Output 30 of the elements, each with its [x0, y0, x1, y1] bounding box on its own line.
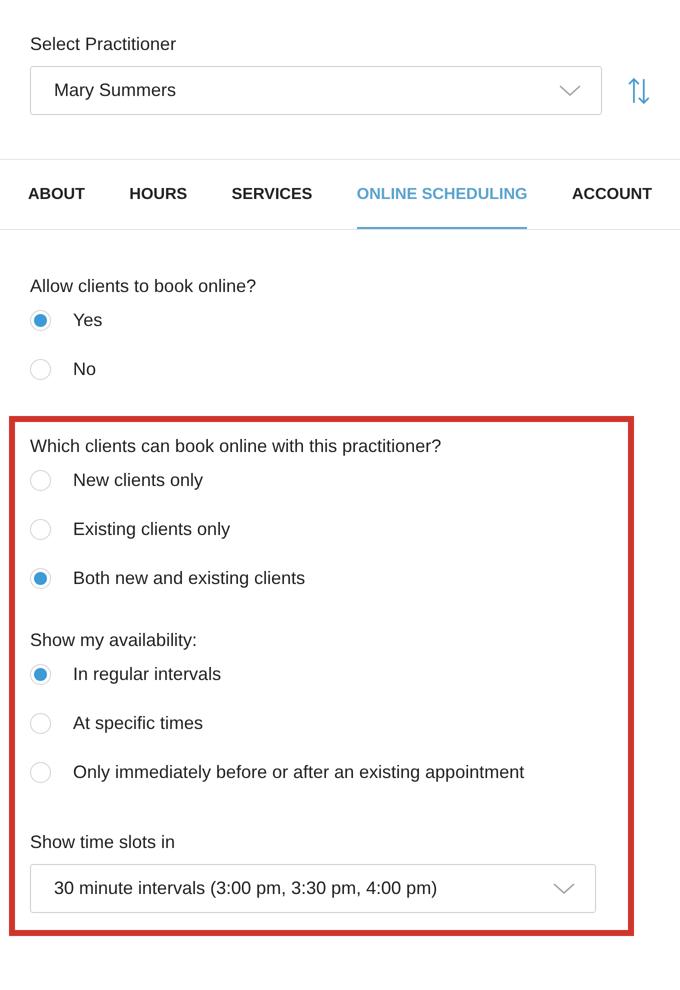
radio-option[interactable]: Existing clients only [30, 516, 628, 542]
radio-unselected[interactable] [30, 518, 51, 540]
radio-selected[interactable] [30, 310, 51, 330]
radio-unselected[interactable] [30, 762, 51, 782]
field-label: Select Practitioner [30, 33, 178, 55]
radio-option[interactable]: Both new and existing clients [30, 565, 628, 591]
dropdown[interactable]: Mary Summers [30, 66, 602, 115]
sort-arrows-icon[interactable] [628, 76, 650, 104]
radio-option[interactable]: Yes [30, 307, 650, 333]
radio-option[interactable]: Only immediately before or after an existing appointment [30, 759, 628, 785]
question-label: Which clients can book online with this practitioner? [30, 435, 442, 457]
tab[interactable]: ACCOUNT [572, 160, 652, 229]
radio-option[interactable]: In regular intervals [30, 661, 628, 687]
field-label: Show time slots in [30, 831, 176, 853]
radio-selected[interactable] [30, 664, 51, 684]
dropdown[interactable]: 30 minute intervals (3:00 pm, 3:30 pm, 4:00 pm) [30, 864, 596, 913]
question-label: Show my availability: [30, 629, 198, 651]
radio-unselected[interactable] [30, 712, 51, 734]
radio-unselected[interactable] [30, 358, 51, 380]
tab[interactable]: SERVICES [232, 160, 312, 229]
tab[interactable]: HOURS [129, 160, 188, 229]
radio-option[interactable]: New clients only [30, 467, 628, 493]
radio-selected[interactable] [30, 568, 51, 588]
tab[interactable]: ABOUT [28, 160, 85, 229]
question-label: Allow clients to book online? [30, 275, 258, 297]
chevron-down-icon [553, 882, 575, 894]
radio-unselected[interactable] [30, 470, 51, 490]
chevron-down-icon [559, 84, 582, 96]
radio-option[interactable]: At specific times [30, 710, 628, 736]
radio-option[interactable]: No [30, 356, 650, 382]
